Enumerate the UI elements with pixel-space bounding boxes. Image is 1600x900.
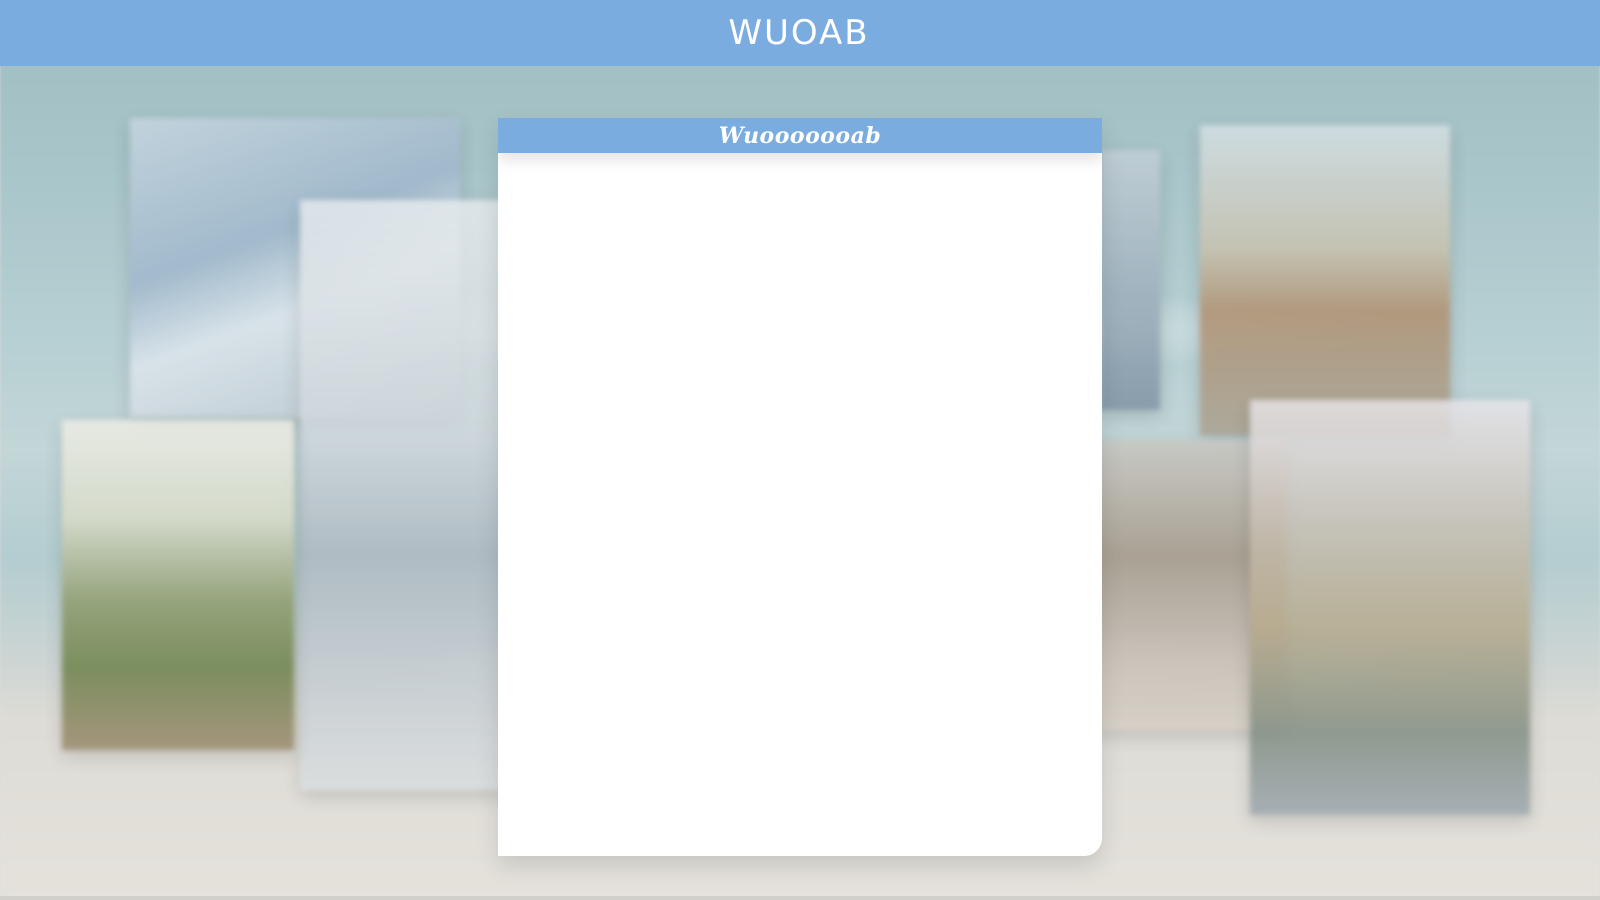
background-photo — [1250, 400, 1530, 815]
bottom-divider — [0, 896, 1600, 900]
background-photo — [1200, 125, 1450, 435]
site-title[interactable]: WUOAB — [728, 13, 869, 53]
background-photo — [1100, 150, 1160, 410]
background-photo — [300, 200, 510, 790]
top-header-bar: WUOAB — [0, 0, 1600, 66]
panel-title: Wuooooooab — [718, 122, 882, 149]
panel-header: Wuooooooab — [498, 118, 1102, 153]
panel-body — [498, 153, 1102, 856]
content-panel: Wuooooooab — [498, 118, 1102, 856]
background-photo — [62, 420, 294, 750]
